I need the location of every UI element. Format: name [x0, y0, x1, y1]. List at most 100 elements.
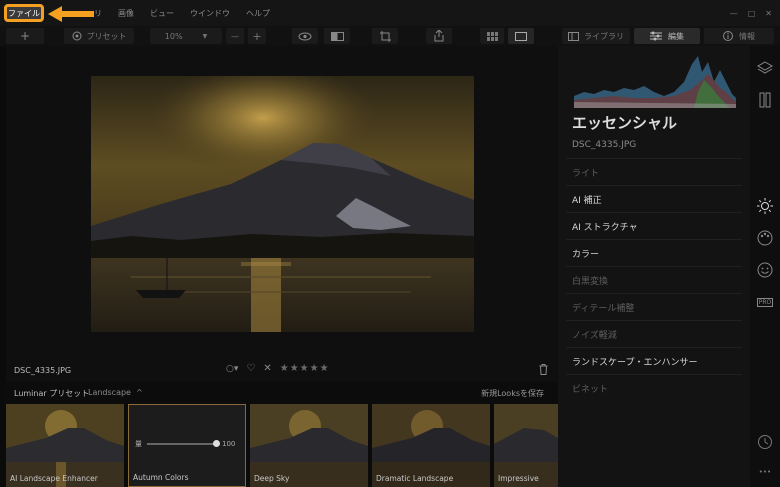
- chevron-down-icon: ▼: [202, 32, 208, 40]
- main-photo[interactable]: [91, 76, 474, 332]
- close-icon[interactable]: ✕: [765, 9, 772, 18]
- preset-label: Deep Sky: [254, 474, 290, 483]
- preset-amount-slider[interactable]: 量 100: [135, 439, 241, 449]
- chevron-up-icon: ^: [133, 388, 143, 397]
- presets-button[interactable]: プリセット: [64, 28, 134, 44]
- single-view-icon: [515, 31, 527, 41]
- zoom-value: 10%: [164, 31, 183, 41]
- preset-thumb-active[interactable]: 量 100 Autumn Colors: [128, 404, 246, 487]
- share-icon: [434, 30, 444, 42]
- menu-help[interactable]: ヘルプ: [246, 8, 270, 19]
- grid-view-icon: [486, 31, 498, 41]
- pro-label: PRO: [756, 297, 774, 307]
- tab-library[interactable]: ライブラリ: [562, 28, 630, 44]
- layers-icon[interactable]: [757, 60, 773, 76]
- image-info-bar: DSC_4335.JPG ○▾ ♡ ✕ ★★★★★: [6, 358, 558, 382]
- preset-label: Impressive: [498, 474, 539, 483]
- info-icon: [723, 31, 733, 41]
- menu-items: リ 画像 ビュー ウインドウ ヘルプ: [94, 0, 286, 26]
- smile-icon[interactable]: [757, 262, 773, 278]
- minimize-icon[interactable]: —: [730, 9, 738, 18]
- color-label-icon[interactable]: ○▾: [226, 364, 238, 374]
- image-canvas[interactable]: [6, 46, 558, 358]
- history-icon[interactable]: [757, 434, 773, 450]
- tool-color[interactable]: カラー: [566, 239, 742, 266]
- zoom-in-icon: +: [252, 29, 262, 43]
- presets-icon: [72, 31, 81, 41]
- tool-ai-enhance[interactable]: AI 補正: [566, 185, 742, 212]
- zoom-out-button[interactable]: —: [226, 28, 244, 44]
- tab-edit[interactable]: 編集: [634, 28, 700, 44]
- preset-category-select[interactable]: Landscape ^: [88, 388, 143, 397]
- single-view-button[interactable]: [508, 28, 534, 44]
- more-icon[interactable]: •••: [757, 464, 773, 480]
- canvas-icon[interactable]: [757, 92, 773, 108]
- menu-image[interactable]: 画像: [118, 8, 134, 19]
- share-button[interactable]: [426, 28, 452, 44]
- preset-thumb[interactable]: Impressive: [494, 404, 558, 487]
- amount-value: 100: [222, 440, 236, 448]
- preset-thumb[interactable]: Dramatic Landscape: [372, 404, 490, 487]
- tool-bw-conversion[interactable]: 白黒変換: [566, 266, 742, 293]
- eye-icon: [298, 32, 312, 40]
- grid-view-button[interactable]: [480, 28, 504, 44]
- tool-category-rail: PRO •••: [750, 46, 780, 487]
- panel-title: エッセンシャル: [572, 114, 678, 132]
- image-filename: DSC_4335.JPG: [14, 366, 72, 375]
- star-rating[interactable]: ★★★★★: [280, 363, 330, 374]
- maximize-icon[interactable]: □: [748, 9, 756, 18]
- sun-icon[interactable]: [757, 198, 773, 214]
- panel-filename: DSC_4335.JPG: [572, 140, 637, 150]
- library-icon: [568, 31, 579, 41]
- palette-icon[interactable]: [757, 230, 773, 246]
- tool-vignette[interactable]: ビネット: [566, 374, 742, 401]
- amount-slider-thumb[interactable]: [213, 440, 220, 447]
- zoom-in-button[interactable]: +: [248, 28, 266, 44]
- menu-window[interactable]: ウインドウ: [190, 8, 230, 19]
- tab-info[interactable]: 情報: [704, 28, 774, 44]
- zoom-out-icon: —: [231, 31, 239, 41]
- preview-button[interactable]: [292, 28, 318, 44]
- trash-icon[interactable]: [539, 364, 548, 375]
- add-icon: +: [19, 29, 31, 43]
- preset-thumb[interactable]: AI Landscape Enhancer: [6, 404, 124, 487]
- preset-label: Autumn Colors: [133, 473, 189, 482]
- preset-thumb[interactable]: Deep Sky: [250, 404, 368, 487]
- tool-list: ライト AI 補正 AI ストラクチャ カラー 白黒変換 ディテール補整 ノイズ…: [566, 158, 742, 401]
- tool-details[interactable]: ディテール補整: [566, 293, 742, 320]
- compare-icon: [330, 31, 344, 41]
- preset-label: AI Landscape Enhancer: [10, 474, 98, 483]
- add-button[interactable]: +: [6, 28, 44, 44]
- reject-icon[interactable]: ✕: [263, 363, 271, 374]
- compare-button[interactable]: [324, 28, 350, 44]
- arrow-icon: [48, 6, 94, 22]
- edit-panel: エッセンシャル DSC_4335.JPG ライト AI 補正 AI ストラクチャ…: [558, 46, 750, 487]
- zoom-select[interactable]: 10% ▼: [150, 28, 222, 44]
- preset-strip: AI Landscape Enhancer 量 100 Autumn Color…: [6, 404, 558, 487]
- pro-icon[interactable]: PRO: [756, 294, 774, 310]
- menu-file[interactable]: ファイル: [4, 4, 44, 22]
- tool-landscape-enhancer[interactable]: ランドスケープ・エンハンサー: [566, 347, 742, 374]
- toolbar: + プリセット 10% ▼ — + ライブラリ 編集 情報: [0, 26, 780, 46]
- window-controls: — □ ✕: [730, 0, 772, 26]
- sliders-icon: [650, 31, 662, 41]
- tool-light[interactable]: ライト: [566, 158, 742, 185]
- preset-category-label: Landscape: [88, 388, 131, 397]
- crop-button[interactable]: [372, 28, 398, 44]
- heart-icon[interactable]: ♡: [246, 363, 255, 374]
- crop-icon: [379, 30, 391, 42]
- tab-library-label: ライブラリ: [584, 31, 624, 41]
- amount-label: 量: [135, 440, 142, 448]
- preset-header: Luminar プリセット Landscape ^ 新規Looksを保存: [6, 382, 558, 404]
- amount-slider-track[interactable]: [147, 440, 220, 447]
- tab-info-label: 情報: [739, 31, 755, 41]
- menu-view[interactable]: ビュー: [150, 8, 174, 19]
- tool-ai-structure[interactable]: AI ストラクチャ: [566, 212, 742, 239]
- rating-controls: ○▾ ♡ ✕ ★★★★★: [226, 363, 330, 374]
- menu-bar: ファイル リ 画像 ビュー ウインドウ ヘルプ — □ ✕: [0, 0, 780, 26]
- preset-label: Dramatic Landscape: [376, 474, 454, 483]
- histogram: [574, 52, 736, 108]
- tool-denoise[interactable]: ノイズ軽減: [566, 320, 742, 347]
- tab-edit-label: 編集: [668, 31, 684, 41]
- save-looks-button[interactable]: 新規Looksを保存: [481, 388, 544, 399]
